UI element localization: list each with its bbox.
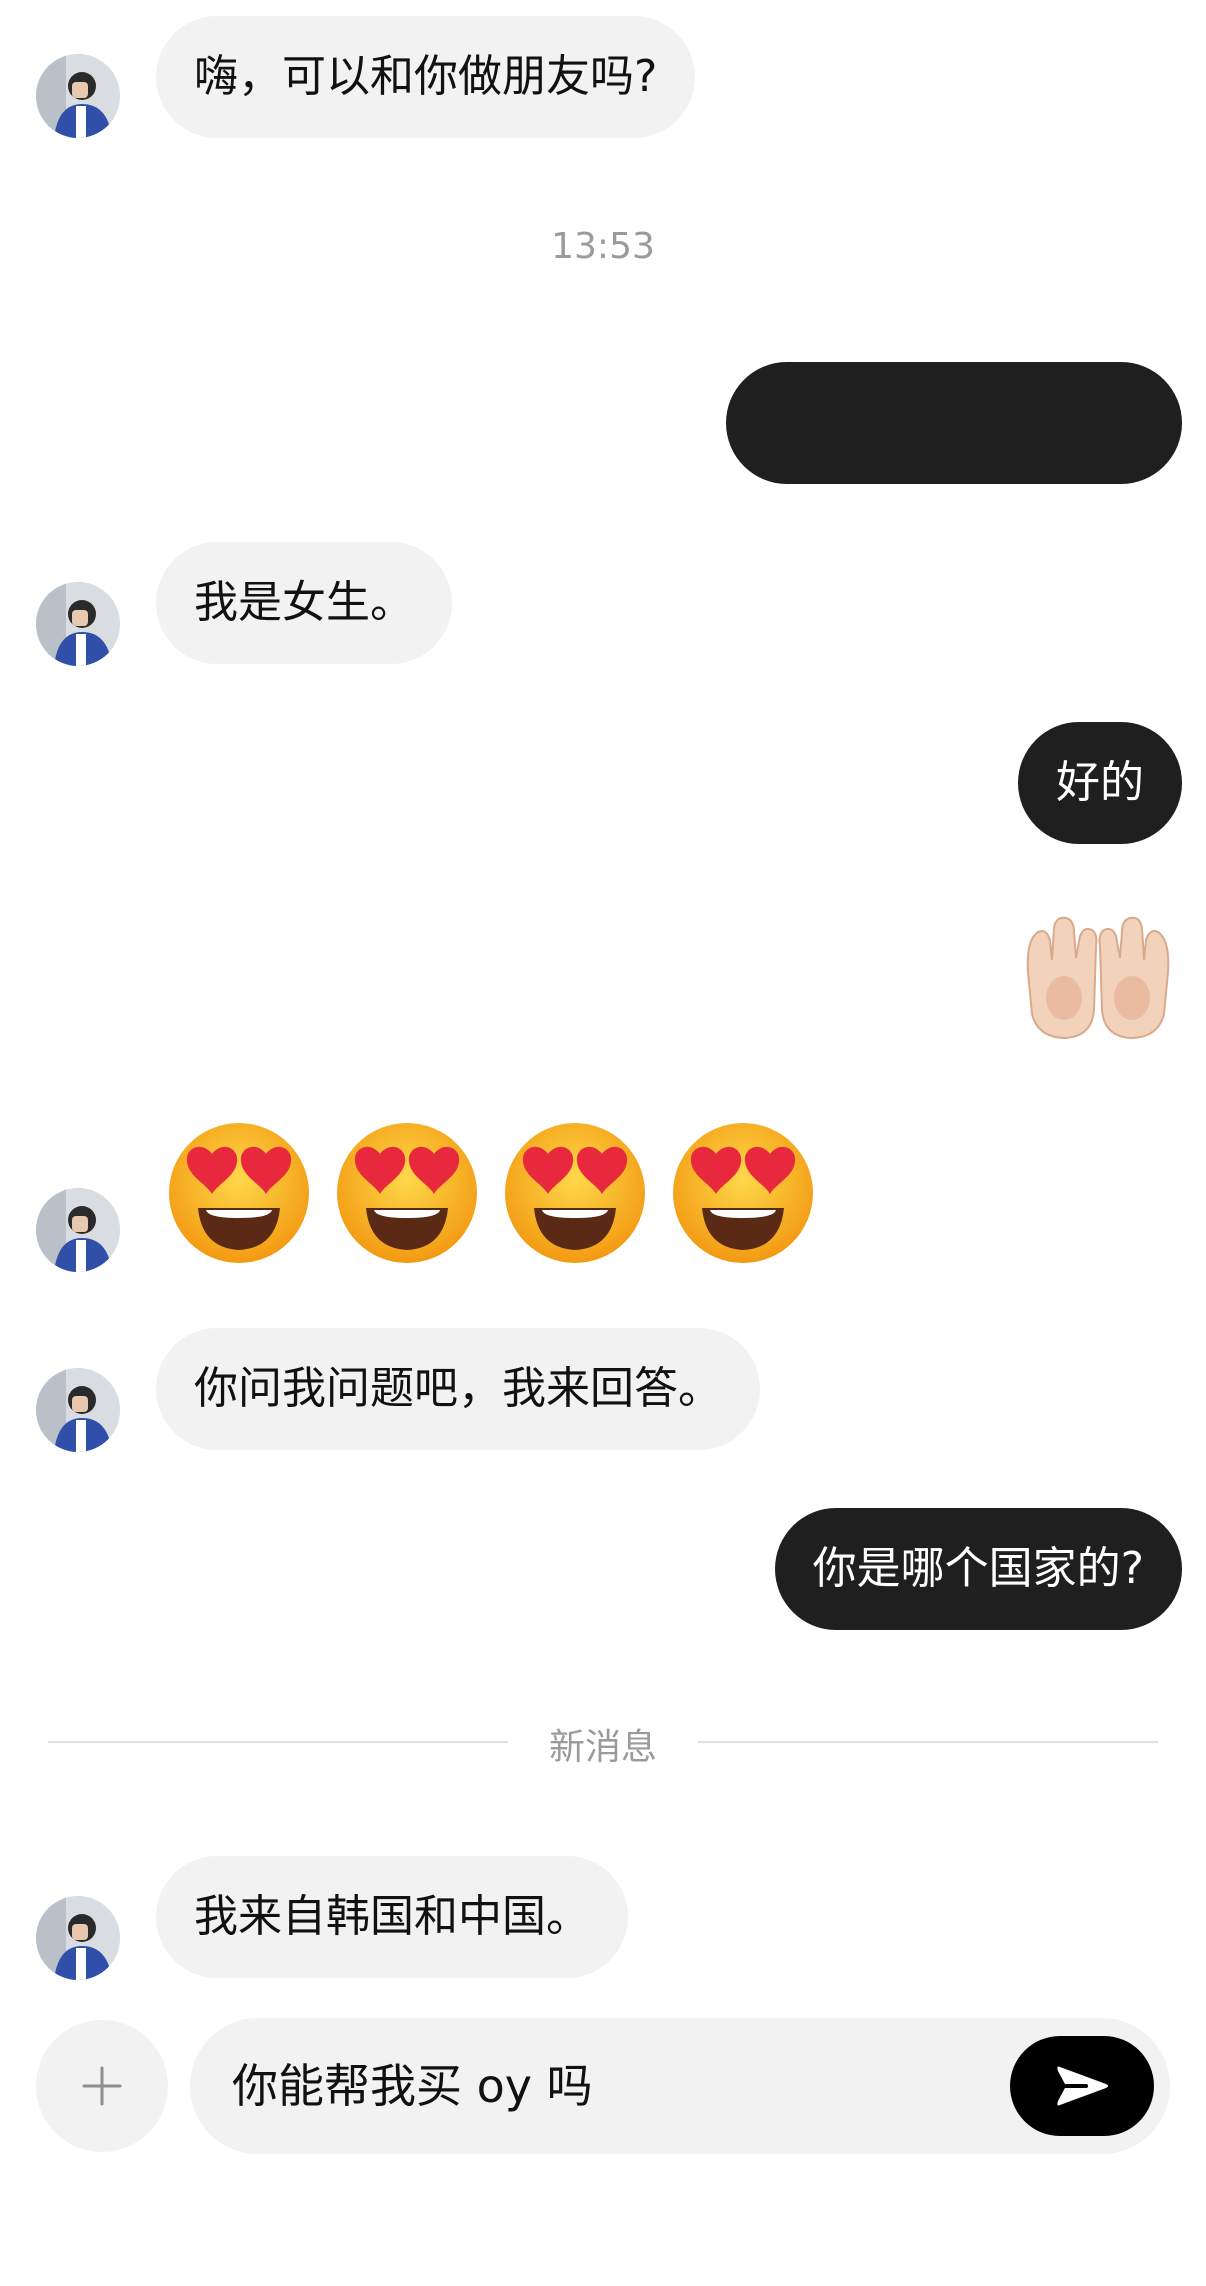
message-bubble-incoming[interactable]: 我是女生。	[156, 542, 452, 664]
heart-eyes-icon	[505, 1123, 645, 1263]
message-text: 你是哪个国家的?	[812, 1543, 1144, 1594]
palms-up-icon	[1026, 916, 1170, 1040]
message-bubble-outgoing-redacted[interactable]	[726, 362, 1182, 484]
contact-avatar[interactable]	[36, 54, 120, 138]
avatar-photo	[36, 54, 120, 138]
heart-eyes-icon	[673, 1123, 813, 1263]
contact-avatar[interactable]	[36, 1188, 120, 1272]
message-bubble-incoming[interactable]: 我来自韩国和中国。	[156, 1856, 628, 1978]
contact-avatar[interactable]	[36, 1896, 120, 1980]
message-input[interactable]: 你能帮我买 oy 吗	[190, 2018, 1170, 2154]
avatar-photo	[36, 1188, 120, 1272]
contact-avatar[interactable]	[36, 1368, 120, 1452]
plus-icon	[82, 2066, 122, 2106]
message-bubble-outgoing[interactable]: 好的	[1018, 722, 1182, 844]
message-bubble-incoming[interactable]: 你问我问题吧，我来回答。	[156, 1328, 760, 1450]
timestamp: 13:53	[551, 226, 655, 267]
palms-up-together-emoji[interactable]	[1016, 910, 1180, 1044]
message-input-value[interactable]: 你能帮我买 oy 吗	[232, 2018, 593, 2154]
message-text: 我是女生。	[194, 577, 414, 628]
divider-line-right	[698, 1741, 1158, 1743]
message-text: 你问我问题吧，我来回答。	[194, 1363, 722, 1414]
heart-eyes-icon	[337, 1123, 477, 1263]
contact-avatar[interactable]	[36, 582, 120, 666]
add-attachment-button[interactable]	[36, 2020, 168, 2152]
message-text: 我来自韩国和中国。	[194, 1891, 590, 1942]
avatar-photo	[36, 1896, 120, 1980]
heart-eyes-emoji[interactable]	[332, 1118, 482, 1268]
send-arrow-icon	[1057, 2066, 1108, 2106]
avatar-photo	[36, 582, 120, 666]
message-bubble-outgoing[interactable]: 你是哪个国家的?	[774, 1508, 1182, 1630]
heart-eyes-emoji[interactable]	[500, 1118, 650, 1268]
heart-eyes-icon	[169, 1123, 309, 1263]
heart-eyes-emoji[interactable]	[164, 1118, 314, 1268]
send-button[interactable]	[1010, 2036, 1154, 2136]
avatar-photo	[36, 1368, 120, 1452]
message-text: 好的	[1056, 757, 1144, 808]
new-messages-divider: 新消息	[548, 1727, 657, 1768]
message-text: 嗨，可以和你做朋友吗?	[194, 51, 658, 102]
message-bubble-incoming[interactable]: 嗨，可以和你做朋友吗?	[156, 16, 696, 138]
heart-eyes-emoji[interactable]	[668, 1118, 818, 1268]
